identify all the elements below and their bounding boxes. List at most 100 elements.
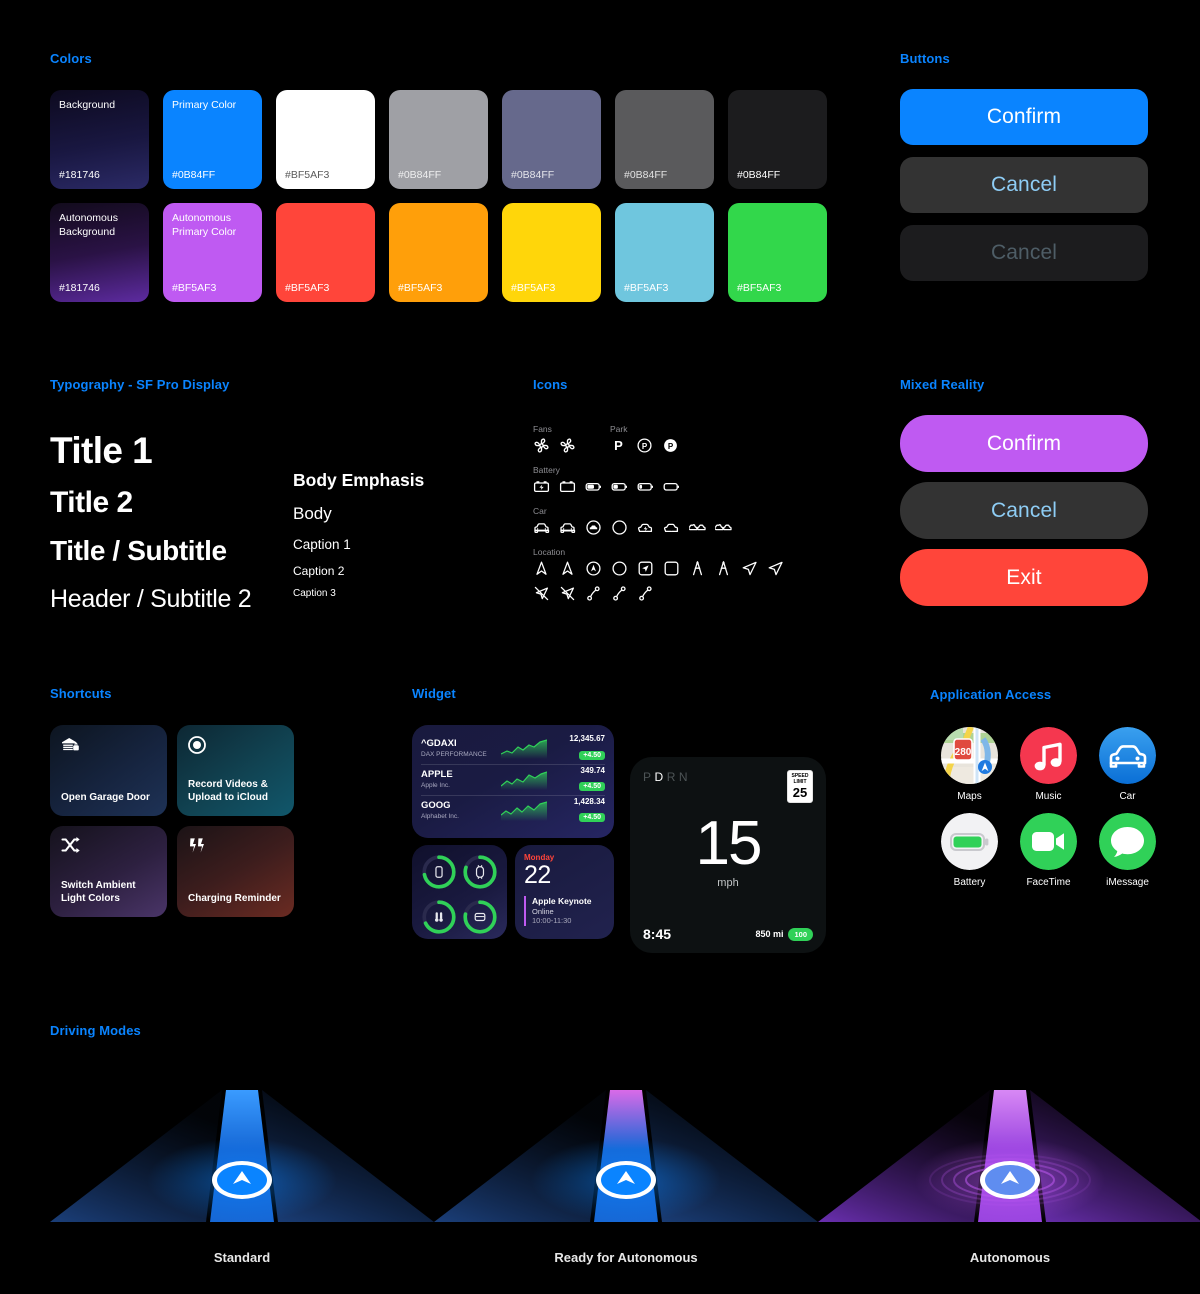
- color-swatch[interactable]: #BF5AF3: [389, 203, 488, 302]
- park-p-circle-fill-icon[interactable]: P: [662, 437, 679, 454]
- car-bolt-fill-icon[interactable]: [663, 519, 680, 536]
- location-slash-icon[interactable]: [533, 585, 550, 602]
- driving-mode-autonomous[interactable]: Autonomous: [818, 1068, 1200, 1265]
- battery-75-icon[interactable]: [585, 478, 602, 495]
- maps-icon[interactable]: 280: [941, 727, 998, 784]
- battery-empty-icon[interactable]: [663, 478, 680, 495]
- icon-row: [533, 559, 833, 578]
- dashboard-widget[interactable]: PDRN SPEED LIMIT 25 15 mph 8:45 850 mi 10…: [630, 757, 826, 953]
- location-arrow-fill-icon[interactable]: [767, 560, 784, 577]
- stock-row[interactable]: APPLE Apple Inc. 349.74 +4.50: [421, 764, 605, 795]
- driving-mode-label: Standard: [213, 1250, 271, 1265]
- color-swatch[interactable]: Autonomous Background #181746: [50, 203, 149, 302]
- battery-50-icon[interactable]: [611, 478, 628, 495]
- icon-group-label: Battery: [533, 465, 560, 475]
- buttons-section-title: Buttons: [900, 51, 950, 66]
- driving-mode-list: Standard Ready for Autonomous Autonomous: [50, 1068, 1200, 1265]
- location-pin-fill-icon[interactable]: [715, 560, 732, 577]
- route-fill-icon[interactable]: [611, 585, 628, 602]
- stock-row[interactable]: GOOG Alphabet Inc. 1,428.34 +4.50: [421, 795, 605, 826]
- fan-clover-icon[interactable]: [559, 437, 576, 454]
- car-app-icon[interactable]: [1099, 727, 1156, 784]
- range-value: 850 mi: [755, 929, 784, 939]
- shortcut-card[interactable]: Switch Ambient Light Colors: [50, 826, 167, 917]
- calendar-date: 22: [524, 861, 551, 889]
- location-arrow-icon[interactable]: [741, 560, 758, 577]
- app-cell[interactable]: 280 Maps: [930, 727, 1009, 802]
- stock-row[interactable]: ^GDAXI DAX PERFORMANCE 12,345.67 +4.50: [421, 733, 605, 764]
- color-swatch-hex: #BF5AF3: [285, 282, 330, 294]
- color-swatch[interactable]: #BF5AF3: [502, 203, 601, 302]
- battery-block-bolt-fill-icon[interactable]: [559, 478, 576, 495]
- car-bolt-icon[interactable]: [637, 519, 654, 536]
- color-swatch[interactable]: Background #181746: [50, 90, 149, 189]
- park-p-circle-icon[interactable]: P: [636, 437, 653, 454]
- shortcut-card[interactable]: Open Garage Door: [50, 725, 167, 816]
- car-two-fill-icon[interactable]: [715, 519, 732, 536]
- color-swatch[interactable]: #BF5AF3: [276, 90, 375, 189]
- location-circle-fill-icon[interactable]: [611, 560, 628, 577]
- type-header-subtitle-2: Header / Subtitle 2: [50, 585, 252, 613]
- location-north-fill-icon[interactable]: [559, 560, 576, 577]
- color-swatch[interactable]: #0B84FF: [389, 90, 488, 189]
- driving-mode-ready[interactable]: Ready for Autonomous: [434, 1068, 818, 1265]
- park-p-icon[interactable]: P: [610, 437, 627, 454]
- navigation-puck: [596, 1161, 656, 1199]
- battery-app-icon[interactable]: [941, 813, 998, 870]
- color-swatch[interactable]: #0B84FF: [502, 90, 601, 189]
- speed-limit-sign: SPEED LIMIT 25: [787, 770, 813, 803]
- location-circle-icon[interactable]: [585, 560, 602, 577]
- driving-mode-standard[interactable]: Standard: [50, 1068, 434, 1265]
- app-cell[interactable]: Battery: [930, 813, 1009, 888]
- app-cell[interactable]: Music: [1009, 727, 1088, 802]
- shortcut-card[interactable]: Record Videos & Upload to iCloud: [177, 725, 294, 816]
- mr-confirm-button[interactable]: Confirm: [900, 415, 1148, 472]
- color-swatch[interactable]: Primary Color #0B84FF: [163, 90, 262, 189]
- app-cell[interactable]: iMessage: [1088, 813, 1167, 888]
- car-two-icon[interactable]: [689, 519, 706, 536]
- app-cell[interactable]: FaceTime: [1009, 813, 1088, 888]
- driving-mode-stage: [50, 1068, 434, 1236]
- shuffle-icon: [61, 837, 156, 858]
- imessage-icon[interactable]: [1099, 813, 1156, 870]
- location-slash-fill-icon[interactable]: [559, 585, 576, 602]
- car-circle-icon[interactable]: [585, 519, 602, 536]
- mr-cancel-button[interactable]: Cancel: [900, 482, 1148, 539]
- location-square-icon[interactable]: [637, 560, 654, 577]
- facetime-icon[interactable]: [1020, 813, 1077, 870]
- shortcuts-section: Shortcuts Open Garage Door Record Videos …: [50, 686, 350, 917]
- color-swatch[interactable]: #0B84FF: [615, 90, 714, 189]
- color-swatch[interactable]: #BF5AF3: [728, 203, 827, 302]
- stock-values: 349.74 +4.50: [579, 766, 605, 794]
- car-circle-fill-icon[interactable]: [611, 519, 628, 536]
- color-swatch[interactable]: #BF5AF3: [615, 203, 714, 302]
- color-swatch[interactable]: #BF5AF3: [276, 203, 375, 302]
- location-pin-icon[interactable]: [689, 560, 706, 577]
- fan-blades-icon[interactable]: [533, 437, 550, 454]
- app-cell[interactable]: Car: [1088, 727, 1167, 802]
- svg-text:P: P: [642, 442, 648, 451]
- shortcut-card[interactable]: Charging Reminder: [177, 826, 294, 917]
- cancel-button[interactable]: Cancel: [900, 157, 1148, 213]
- shortcut-label: Open Garage Door: [61, 791, 150, 803]
- confirm-button[interactable]: Confirm: [900, 89, 1148, 145]
- car-icon[interactable]: [533, 519, 550, 536]
- music-icon[interactable]: [1020, 727, 1077, 784]
- stocks-widget[interactable]: ^GDAXI DAX PERFORMANCE 12,345.67 +4.50 A…: [412, 725, 614, 838]
- batteries-widget[interactable]: [412, 845, 507, 939]
- route-alt-icon[interactable]: [637, 585, 654, 602]
- battery-25-icon[interactable]: [637, 478, 654, 495]
- car-front-icon[interactable]: [559, 519, 576, 536]
- color-swatch-hex: #BF5AF3: [172, 282, 217, 294]
- calendar-widget[interactable]: Monday 22 Apple Keynote Online 10:00-11:…: [515, 845, 614, 939]
- location-square-fill-icon[interactable]: [663, 560, 680, 577]
- stock-change: +4.50: [579, 813, 605, 823]
- color-swatch[interactable]: Autonomous Primary Color #BF5AF3: [163, 203, 262, 302]
- location-north-icon[interactable]: [533, 560, 550, 577]
- battery-block-bolt-icon[interactable]: [533, 478, 550, 495]
- route-icon[interactable]: [585, 585, 602, 602]
- mr-exit-button[interactable]: Exit: [900, 549, 1148, 606]
- driving-mode-stage: [434, 1068, 818, 1236]
- color-swatch[interactable]: #0B84FF: [728, 90, 827, 189]
- navigation-puck: [980, 1161, 1040, 1199]
